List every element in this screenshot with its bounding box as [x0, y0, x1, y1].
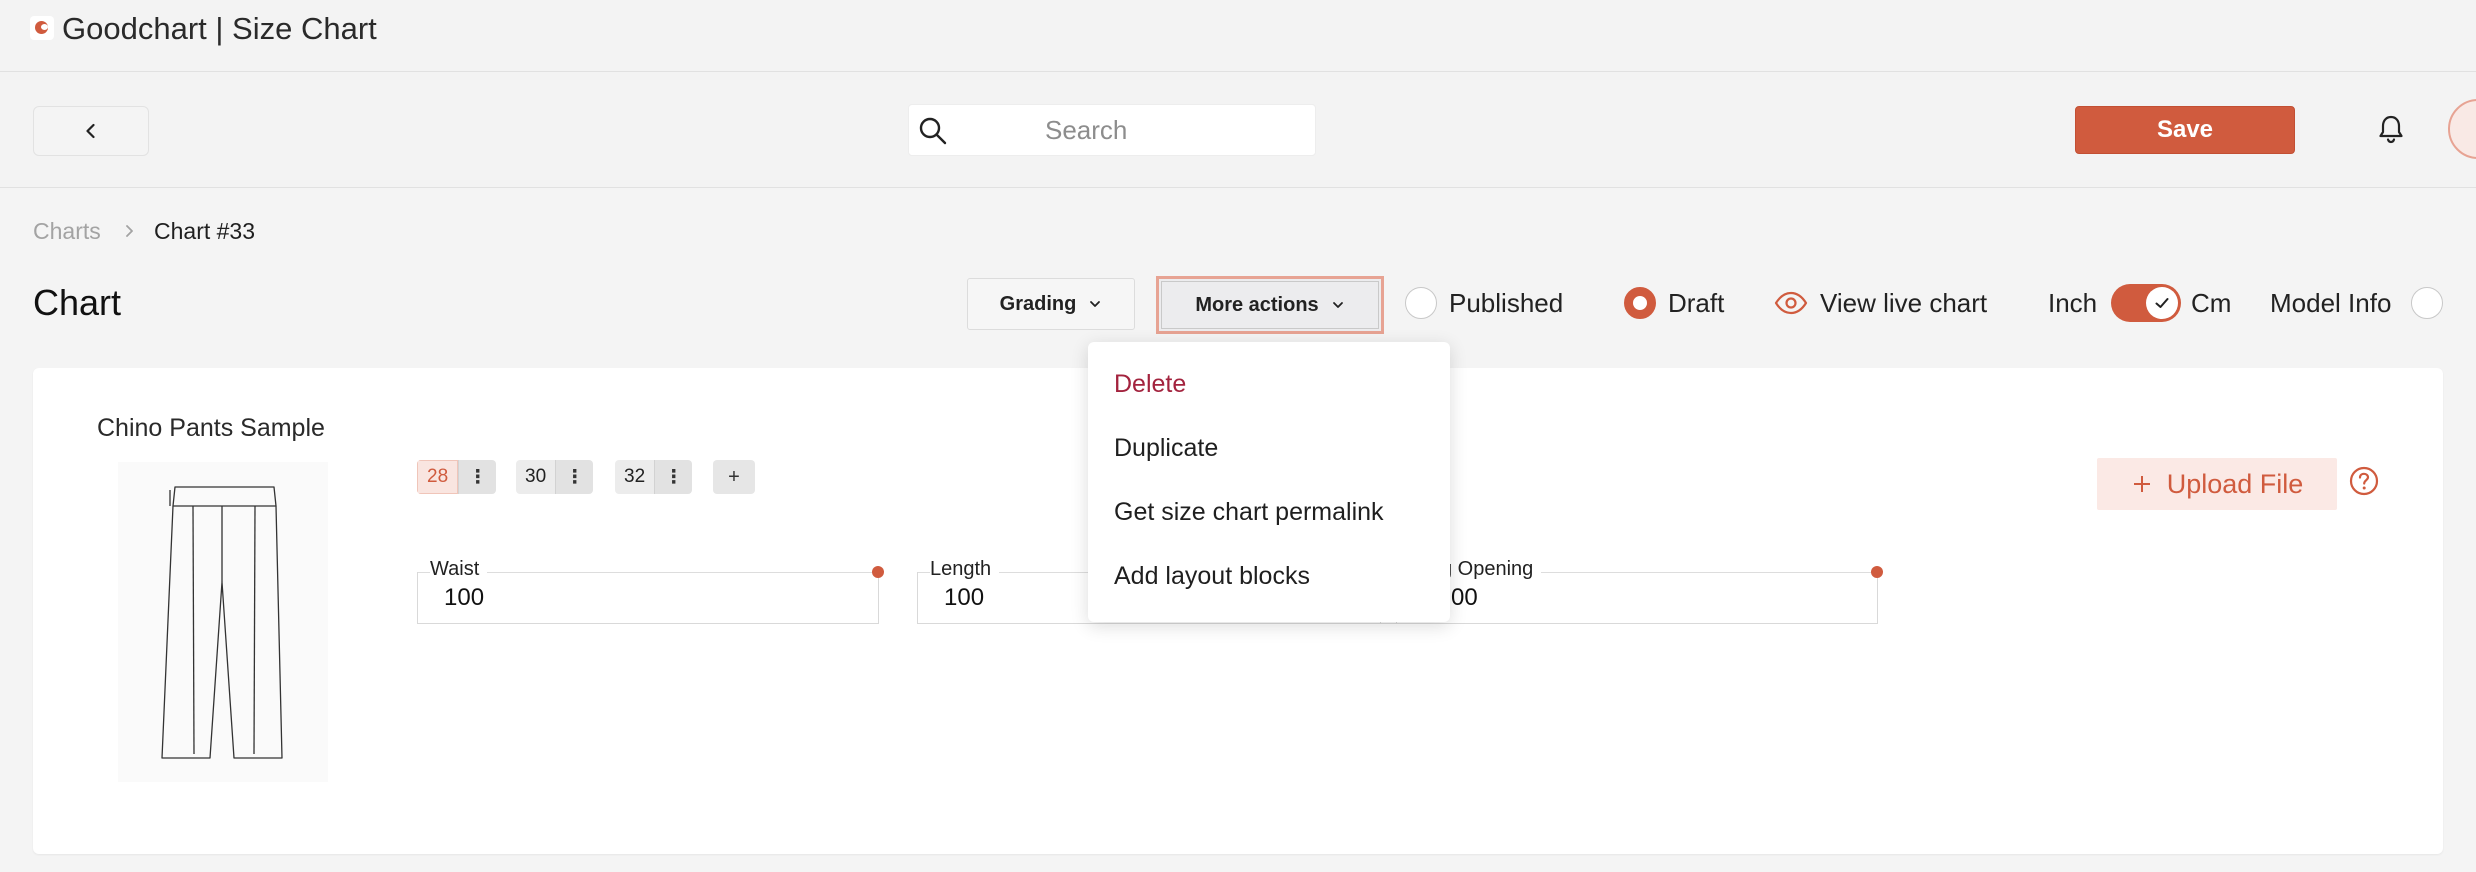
menu-item-permalink[interactable]: Get size chart permalink	[1114, 498, 1384, 527]
measurement-value[interactable]: 100	[944, 584, 984, 612]
measurement-value[interactable]: 100	[444, 584, 484, 612]
measurement-label: Length	[930, 558, 1000, 581]
grading-dropdown-button[interactable]: Grading	[967, 278, 1135, 330]
measurement-handle[interactable]	[872, 566, 884, 578]
toggle-knob	[2146, 287, 2178, 319]
model-info-label[interactable]: Model Info	[2270, 288, 2391, 319]
size-chip-label: 28	[417, 460, 459, 494]
chevron-down-icon	[1090, 301, 1101, 307]
measurement-field-waist[interactable]: Waist 100	[417, 558, 884, 624]
size-chip-label: 32	[615, 460, 655, 494]
save-button[interactable]: Save	[2075, 106, 2295, 154]
measurement-line	[418, 572, 880, 573]
measurement-label: g Opening	[1441, 558, 1542, 581]
grading-label: Grading	[999, 292, 1077, 315]
upload-file-label: Upload File	[2166, 468, 2304, 499]
draft-label[interactable]: Draft	[1668, 288, 1724, 319]
chevron-left-icon	[86, 123, 95, 139]
unit-inch-label: Inch	[2048, 288, 2098, 318]
chevron-right-icon	[120, 218, 140, 249]
measurement-field-leg-opening[interactable]: g Opening 00	[1380, 558, 1883, 624]
published-radio[interactable]	[1405, 287, 1437, 319]
help-icon[interactable]	[2348, 465, 2380, 502]
measurement-label: Waist	[430, 558, 488, 581]
check-icon	[2155, 298, 2169, 308]
size-chip-menu-icon[interactable]: ⋮	[458, 460, 497, 494]
unit-toggle[interactable]	[2111, 284, 2181, 322]
size-chip-menu-icon[interactable]: ⋮	[555, 460, 594, 494]
published-label[interactable]: Published	[1449, 288, 1563, 319]
more-actions-button[interactable]: More actions	[1156, 276, 1384, 334]
size-chip-32[interactable]: 32 ⋮	[615, 460, 693, 494]
view-live-chart-link[interactable]: View live chart	[1820, 288, 1987, 319]
breadcrumb-current: Chart #33	[154, 218, 256, 244]
draft-radio[interactable]	[1624, 287, 1656, 319]
eye-icon[interactable]	[1774, 288, 1808, 323]
more-actions-menu: Delete Duplicate Get size chart permalin…	[1088, 342, 1450, 622]
menu-item-duplicate[interactable]: Duplicate	[1114, 434, 1218, 463]
size-chip-menu-icon[interactable]: ⋮	[654, 460, 693, 494]
window-title: Goodchart | Size Chart	[62, 11, 377, 46]
search-box[interactable]: Search	[908, 104, 1316, 156]
search-input[interactable]: Search	[1045, 115, 1127, 146]
back-button[interactable]	[33, 106, 149, 156]
menu-item-add-layout-blocks[interactable]: Add layout blocks	[1114, 562, 1310, 591]
search-icon	[919, 117, 947, 145]
chevron-down-icon	[1332, 302, 1343, 308]
measurement-handle[interactable]	[1871, 566, 1883, 578]
pants-illustration-icon	[161, 486, 283, 759]
menu-item-delete[interactable]: Delete	[1114, 370, 1186, 399]
plus-icon	[2133, 476, 2150, 492]
product-name: Chino Pants Sample	[97, 414, 325, 442]
add-size-button[interactable]: +	[713, 460, 755, 494]
size-chip-30[interactable]: 30 ⋮	[516, 460, 594, 494]
size-chip-label: 30	[516, 460, 556, 494]
app-logo-icon	[30, 16, 54, 40]
upload-file-button[interactable]: Upload File	[2097, 458, 2337, 510]
size-chip-28[interactable]: 28 ⋮	[417, 460, 497, 494]
unit-cm-label: Cm	[2191, 288, 2232, 318]
product-image	[118, 462, 328, 782]
measurement-value[interactable]: 00	[1451, 584, 1478, 612]
model-info-radio[interactable]	[2411, 287, 2443, 319]
more-actions-label: More actions	[1195, 293, 1319, 316]
notifications-bell-icon[interactable]	[2374, 112, 2408, 151]
breadcrumb-charts-link[interactable]: Charts	[33, 218, 101, 245]
page-title: Chart	[33, 282, 122, 323]
